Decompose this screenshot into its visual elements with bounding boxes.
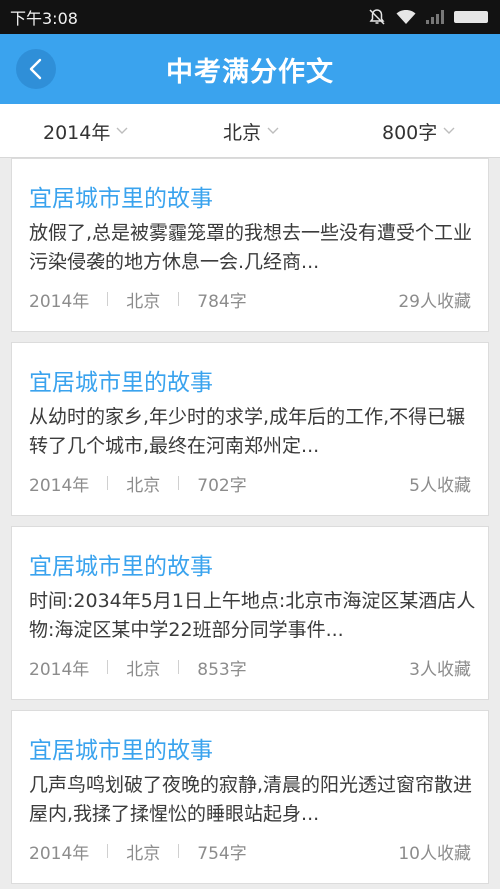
city-filter[interactable]: 北京 <box>223 104 279 158</box>
article-excerpt: 放假了,总是被雾霾笼罩的我想去一些没有遭受个工业污染侵袭的地方休息一会.几经商.… <box>29 222 473 273</box>
article-city: 北京 <box>126 291 161 312</box>
mute-icon <box>369 9 385 25</box>
article-card[interactable]: 宜居城市里的故事 放假了,总是被雾霾笼罩的我想去一些没有遭受个工业污染侵袭的地方… <box>11 158 489 332</box>
meta-divider <box>178 292 180 306</box>
article-excerpt: 从幼时的家乡,年少时的求学,成年后的工作,不得已辗转了几个城市,最终在河南郑州定… <box>29 406 466 457</box>
year-filter-label: 2014年 <box>43 121 111 144</box>
article-meta: 2014年 北京 754字 10人收藏 <box>29 839 471 864</box>
article-excerpt: 时间:2034年5月1日上午地点:北京市海淀区某酒店人物:海淀区某中学22班部分… <box>29 590 476 641</box>
article-meta: 2014年 北京 853字 3人收藏 <box>29 655 471 680</box>
article-favorites: 5人收藏 <box>409 475 471 496</box>
article-favorites: 29人收藏 <box>398 291 471 312</box>
article-word-count: 754字 <box>197 843 247 864</box>
word-count-filter[interactable]: 800字 <box>382 104 455 158</box>
article-year: 2014年 <box>29 475 90 496</box>
chevron-down-icon <box>443 127 455 134</box>
signal-icon <box>426 10 444 24</box>
year-filter[interactable]: 2014年 <box>43 104 128 158</box>
meta-divider <box>107 660 109 674</box>
meta-divider <box>107 292 109 306</box>
wifi-icon <box>396 10 416 24</box>
article-title[interactable]: 宜居城市里的故事 <box>29 731 213 765</box>
article-favorites: 10人收藏 <box>398 843 471 864</box>
status-bar: 下午3:08 <box>0 0 500 34</box>
article-favorites: 3人收藏 <box>409 659 471 680</box>
battery-icon <box>454 11 488 23</box>
page-title: 中考满分作文 <box>166 56 334 88</box>
filter-bar: 2014年 北京 800字 <box>0 104 500 158</box>
article-title[interactable]: 宜居城市里的故事 <box>29 363 213 397</box>
article-title[interactable]: 宜居城市里的故事 <box>29 179 213 213</box>
chevron-down-icon <box>116 127 128 134</box>
article-year: 2014年 <box>29 291 90 312</box>
status-icons <box>368 8 488 26</box>
meta-divider <box>178 476 180 490</box>
article-word-count: 702字 <box>197 475 247 496</box>
article-city: 北京 <box>126 475 161 496</box>
article-card[interactable]: 宜居城市里的故事 时间:2034年5月1日上午地点:北京市海淀区某酒店人物:海淀… <box>11 526 489 700</box>
article-word-count: 853字 <box>197 659 247 680</box>
meta-divider <box>107 476 109 490</box>
chevron-down-icon <box>267 127 279 134</box>
city-filter-label: 北京 <box>223 121 262 144</box>
back-button[interactable] <box>16 49 56 89</box>
article-word-count: 784字 <box>197 291 247 312</box>
article-year: 2014年 <box>29 843 90 864</box>
chevron-left-icon <box>29 58 42 80</box>
article-city: 北京 <box>126 659 161 680</box>
article-city: 北京 <box>126 843 161 864</box>
meta-divider <box>178 844 180 858</box>
title-bar: 中考满分作文 <box>0 34 500 104</box>
article-meta: 2014年 北京 702字 5人收藏 <box>29 471 471 496</box>
word-count-filter-label: 800字 <box>382 121 438 144</box>
article-card[interactable]: 宜居城市里的故事 几声鸟鸣划破了夜晚的寂静,清晨的阳光透过窗帘散进屋内,我揉了揉… <box>11 710 489 884</box>
meta-divider <box>178 660 180 674</box>
article-meta: 2014年 北京 784字 29人收藏 <box>29 287 471 312</box>
status-time: 下午3:08 <box>10 9 78 28</box>
article-year: 2014年 <box>29 659 90 680</box>
article-excerpt: 几声鸟鸣划破了夜晚的寂静,清晨的阳光透过窗帘散进屋内,我揉了揉惺忪的睡眼站起身.… <box>29 774 473 825</box>
article-title[interactable]: 宜居城市里的故事 <box>29 547 213 581</box>
article-card[interactable]: 宜居城市里的故事 从幼时的家乡,年少时的求学,成年后的工作,不得已辗转了几个城市… <box>11 342 489 516</box>
meta-divider <box>107 844 109 858</box>
